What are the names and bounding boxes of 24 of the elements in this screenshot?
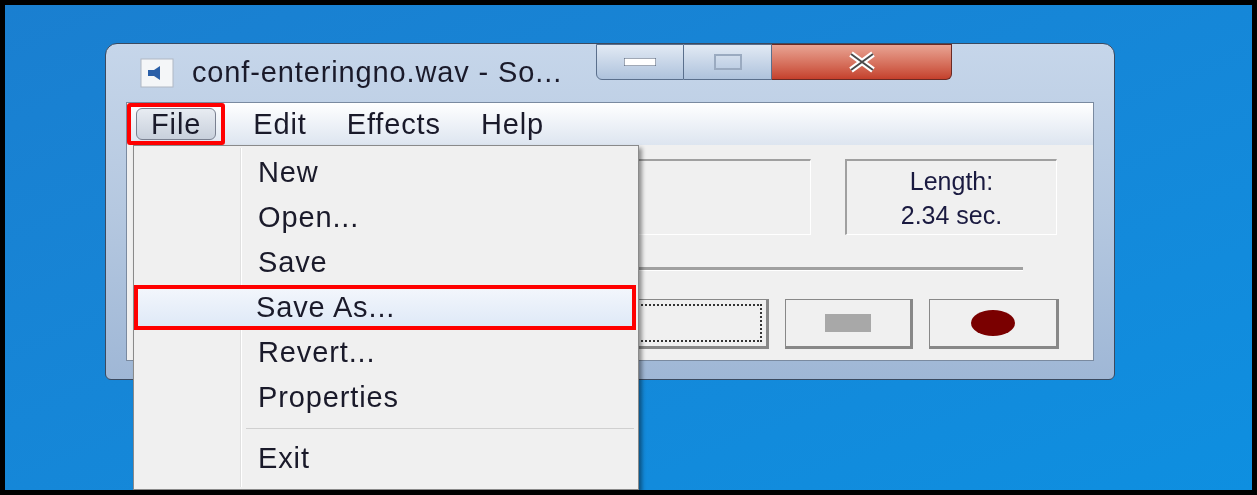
close-button[interactable] [772, 44, 953, 80]
window-title: conf-enteringno.wav - So... [192, 55, 563, 91]
menu-bar-item[interactable]: Help [468, 103, 556, 145]
length-value: 2.34 sec. [900, 199, 1003, 231]
minimize-icon [624, 58, 657, 66]
menu-item[interactable]: Save [136, 240, 634, 285]
maximize-icon [713, 54, 742, 70]
record-button[interactable] [929, 299, 1059, 349]
menu-bar-item[interactable]: Edit [241, 103, 319, 145]
menu-item[interactable]: Save As... [134, 285, 636, 330]
speaker-file-icon [140, 58, 174, 88]
menu-item[interactable]: New [136, 150, 634, 195]
stop-button[interactable] [785, 299, 914, 349]
close-icon [846, 51, 877, 73]
stop-icon [825, 314, 872, 332]
maximize-button[interactable] [684, 44, 773, 80]
menu-item[interactable]: Exit [136, 436, 634, 481]
record-icon [971, 310, 1016, 336]
length-label: Length: [909, 165, 994, 197]
menu-item[interactable]: Properties [136, 375, 634, 420]
menu-item[interactable]: Revert... [136, 330, 634, 375]
minimize-button[interactable] [596, 44, 685, 80]
menu-item[interactable]: Open... [136, 195, 634, 240]
menu-bar-item[interactable]: Effects [334, 103, 453, 145]
